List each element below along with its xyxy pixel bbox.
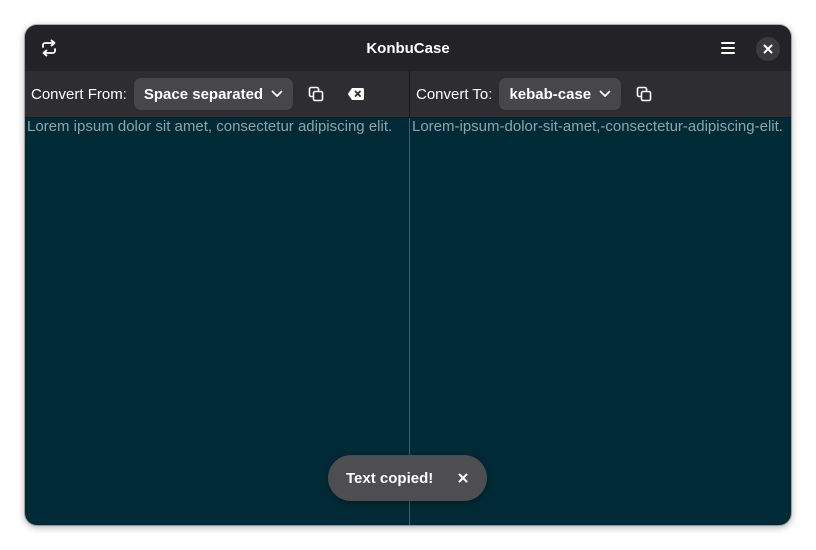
- app-window: KonbuCase Convert From: Space separated: [25, 25, 791, 525]
- close-icon: [458, 473, 468, 483]
- close-window-button[interactable]: [756, 37, 780, 61]
- copy-target-button[interactable]: [628, 78, 660, 110]
- convert-from-label: Convert From:: [31, 85, 127, 103]
- target-case-value: kebab-case: [509, 85, 592, 103]
- swap-direction-button[interactable]: [35, 34, 63, 62]
- toast-message: Text copied!: [346, 469, 434, 487]
- target-case-dropdown[interactable]: kebab-case: [499, 78, 622, 110]
- swap-arrows-icon: [42, 39, 56, 57]
- backspace-clear-icon: [347, 88, 365, 100]
- close-icon: [763, 44, 773, 54]
- toast-dismiss-button[interactable]: [453, 468, 473, 488]
- toast-notification: Text copied!: [328, 455, 487, 501]
- chevron-down-icon: [599, 90, 611, 98]
- source-toolbar: Convert From: Space separated: [25, 71, 408, 117]
- conversion-toolbar: Convert From: Space separated Convert To…: [25, 71, 791, 118]
- convert-to-label: Convert To:: [416, 85, 493, 103]
- hamburger-menu-icon: [721, 42, 735, 54]
- copy-icon: [636, 86, 652, 102]
- copy-icon: [308, 86, 324, 102]
- target-text[interactable]: Lorem-ipsum-dolor-sit-amet,-consectetur-…: [412, 118, 789, 136]
- source-case-dropdown[interactable]: Space separated: [133, 78, 294, 110]
- source-case-value: Space separated: [143, 85, 264, 103]
- main-menu-button[interactable]: [713, 34, 743, 62]
- window-title: KonbuCase: [366, 39, 450, 57]
- chevron-down-icon: [271, 90, 283, 98]
- header-bar: KonbuCase: [25, 25, 791, 71]
- source-text[interactable]: Lorem ipsum dolor sit amet, consectetur …: [27, 118, 406, 136]
- copy-source-button[interactable]: [300, 78, 332, 110]
- clear-source-button[interactable]: [340, 78, 372, 110]
- target-toolbar: Convert To: kebab-case: [409, 71, 791, 117]
